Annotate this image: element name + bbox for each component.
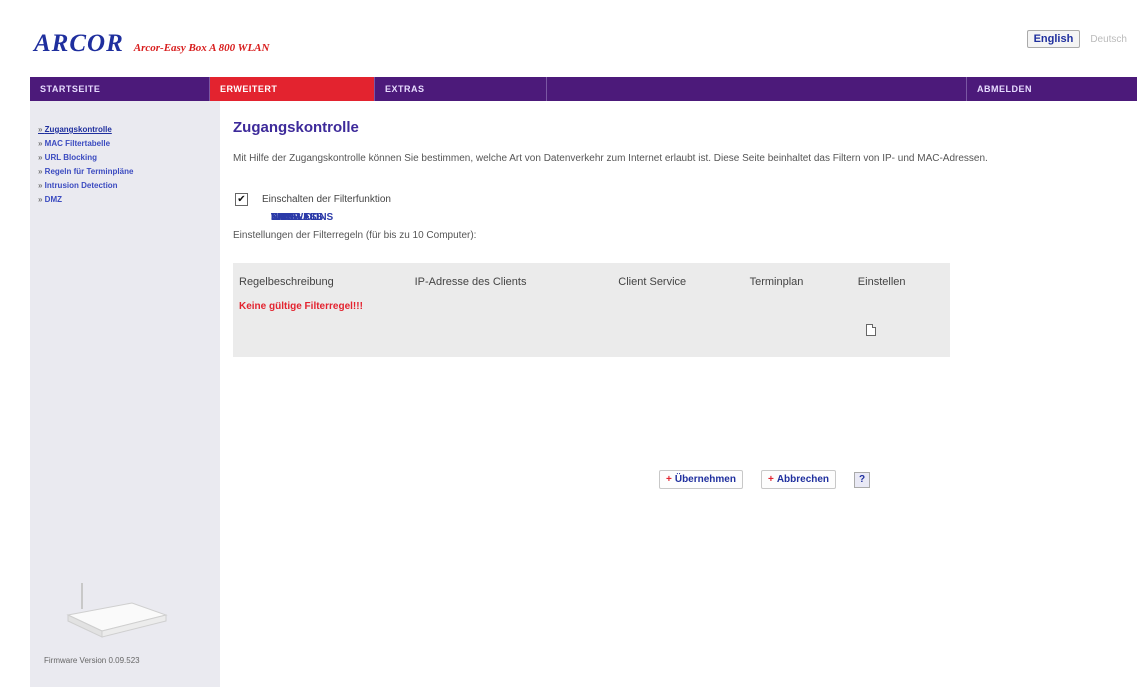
language-switch: English Deutsch [1026, 30, 1127, 48]
main-nav: STARTSEITE ERWEITERT EXTRAS ABMELDEN [30, 77, 1137, 101]
apply-label: Übernehmen [674, 474, 736, 485]
sidebar: WAN FIREWALL Zugangskontrolle MAC Filter… [30, 101, 334, 687]
main-content: Zugangskontrolle Mit Hilfe der Zugangsko… [233, 101, 1123, 357]
sidebar-item-intrusion-detection[interactable]: Intrusion Detection [30, 179, 220, 193]
col-schedule: Terminplan [749, 276, 804, 288]
nav-home[interactable]: STARTSEITE [30, 77, 210, 101]
nav-advanced[interactable]: ERWEITERT [210, 77, 375, 101]
enable-filter-checkbox[interactable]: ✔ [235, 193, 248, 206]
sidebar-item-schedule-rules[interactable]: Regeln für Terminpläne [30, 165, 220, 179]
filter-settings-label: Einstellungen der Filterregeln (für bis … [233, 230, 477, 241]
page-title: Zugangskontrolle [233, 119, 359, 136]
filter-rules-table: Regelbeschreibung IP-Adresse des Clients… [233, 263, 950, 357]
header: ARCOR Arcor-Easy Box A 800 WLAN English … [30, 12, 1137, 72]
sidebar-item-mac-filter[interactable]: MAC Filtertabelle [30, 137, 220, 151]
table-row: Keine gültige Filterregel!!! [233, 297, 950, 316]
router-image [66, 583, 168, 638]
action-buttons: + Übernehmen + Abbrechen ? [659, 470, 871, 489]
sidebar-menu: WAN FIREWALL Zugangskontrolle MAC Filter… [30, 101, 334, 223]
table-header-row: Regelbeschreibung IP-Adresse des Clients… [233, 263, 950, 297]
sidebar-item-url-blocking[interactable]: URL Blocking [30, 151, 220, 165]
logo-subtitle: Arcor-Easy Box A 800 WLAN [133, 42, 270, 54]
page-description: Mit Hilfe der Zugangskontrolle können Si… [233, 153, 988, 164]
col-settings: Einstellen [857, 276, 906, 288]
lang-deutsch-link[interactable]: Deutsch [1090, 34, 1127, 45]
lang-english-button[interactable]: English [1026, 30, 1081, 48]
nav-extras[interactable]: EXTRAS [375, 77, 547, 101]
firmware-version: Firmware Version 0.09.523 [44, 656, 140, 665]
sidebar-item-zugangskontrolle[interactable]: Zugangskontrolle [30, 123, 220, 137]
enable-filter-row: ✔ Einschalten der Filterfunktion [235, 193, 1123, 206]
plus-icon: + [767, 474, 774, 485]
plus-icon: + [666, 474, 672, 485]
arcor-logo: ARCOR Arcor-Easy Box A 800 WLAN [34, 30, 269, 58]
cancel-label: Abbrechen [776, 474, 830, 485]
no-rules-message: Keine gültige Filterregel!!! [239, 301, 363, 312]
table-row [233, 316, 950, 357]
apply-button[interactable]: + Übernehmen [659, 470, 743, 489]
sidebar-item-dmz[interactable]: DMZ [30, 193, 220, 207]
nav-logout[interactable]: ABMELDEN [967, 77, 1137, 101]
col-client-service: Client Service [618, 276, 687, 288]
cancel-button[interactable]: + Abbrechen [760, 470, 837, 489]
help-button[interactable]: ? [854, 471, 871, 488]
add-rule-icon[interactable] [865, 324, 876, 336]
col-client-ip: IP-Adresse des Clients [414, 276, 527, 288]
logo-main: ARCOR [34, 30, 124, 57]
col-rule-description: Regelbeschreibung [239, 276, 334, 288]
enable-filter-label: Einschalten der Filterfunktion [262, 194, 391, 205]
nav-spacer [547, 77, 967, 101]
